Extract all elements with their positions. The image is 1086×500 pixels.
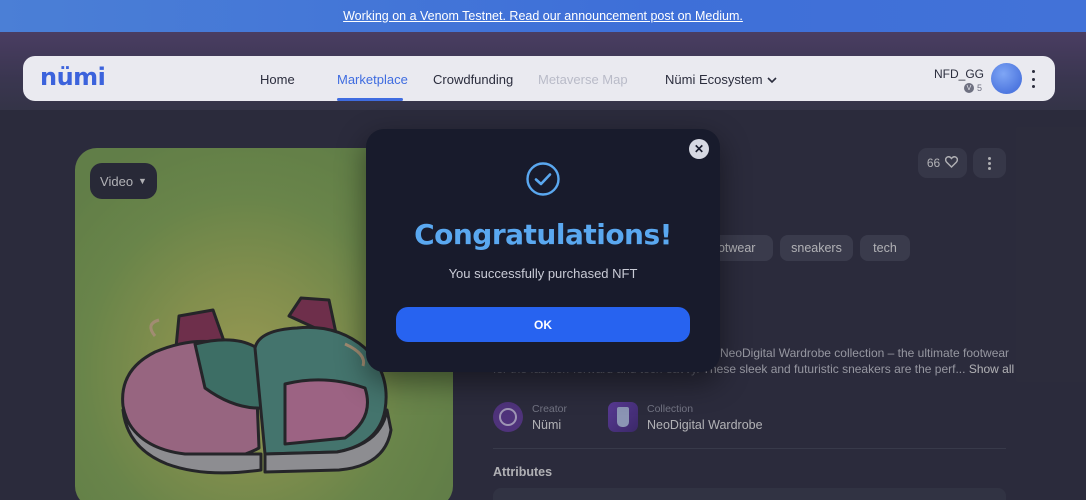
user-balance: V 5 [964, 83, 982, 93]
nav-ecosystem-label: Nümi Ecosystem [665, 72, 763, 87]
check-circle-icon [525, 161, 561, 197]
nav-home[interactable]: Home [260, 72, 295, 87]
numi-logo[interactable]: nümi [40, 63, 106, 91]
ok-button[interactable]: OK [396, 307, 690, 342]
modal-message: You successfully purchased NFT [448, 266, 638, 281]
user-name[interactable]: NFD_GG [934, 67, 984, 81]
balance-value: 5 [977, 83, 983, 93]
announcement-bar: Working on a Venom Testnet. Read our ann… [0, 0, 1086, 32]
close-icon[interactable]: ✕ [689, 139, 709, 159]
top-navbar: nümi Home Marketplace Crowdfunding Metav… [23, 56, 1055, 101]
nav-metaverse-map[interactable]: Metaverse Map [538, 72, 628, 87]
announcement-link[interactable]: Working on a Venom Testnet. Read our ann… [343, 9, 743, 23]
more-menu-icon[interactable] [1029, 70, 1037, 88]
coin-icon: V [964, 83, 974, 93]
nav-marketplace[interactable]: Marketplace [337, 72, 408, 87]
chevron-down-icon [766, 75, 777, 87]
purchase-success-modal: ✕ Congratulations! You successfully purc… [366, 129, 720, 372]
nav-ecosystem-dropdown[interactable]: Nümi Ecosystem [665, 72, 777, 87]
modal-title: Congratulations! [414, 218, 672, 251]
user-avatar[interactable] [991, 63, 1022, 94]
nav-active-indicator [337, 98, 403, 101]
nav-crowdfunding[interactable]: Crowdfunding [433, 72, 513, 87]
